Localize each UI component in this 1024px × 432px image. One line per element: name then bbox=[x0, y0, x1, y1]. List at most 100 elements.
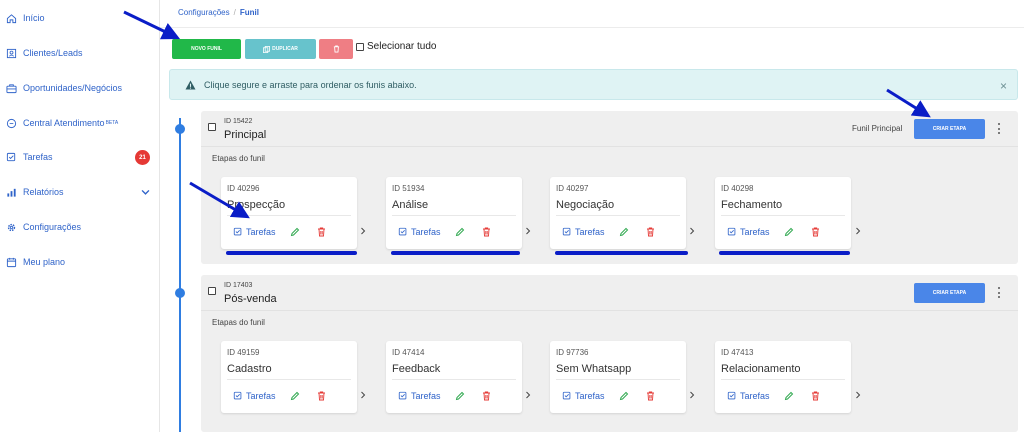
sidebar-item-configuracoes[interactable]: Configurações bbox=[0, 213, 160, 241]
trash-icon[interactable] bbox=[482, 227, 491, 237]
chevron-right-icon bbox=[856, 227, 861, 235]
close-icon[interactable]: × bbox=[1000, 79, 1007, 93]
stage-card[interactable]: ID 40297 Negociação Tarefas bbox=[550, 177, 686, 249]
stage-id: ID 97736 bbox=[556, 348, 589, 357]
funnel-name: Principal bbox=[224, 129, 267, 141]
tasks-icon bbox=[6, 152, 16, 161]
calendar-icon bbox=[6, 257, 17, 267]
sidebar-item-label: Início bbox=[23, 13, 45, 23]
bar-chart-icon bbox=[7, 188, 16, 197]
stage-tasks-link[interactable]: Tarefas bbox=[562, 391, 605, 401]
stage-tasks-link[interactable]: Tarefas bbox=[233, 227, 276, 237]
sidebar-item-tarefas[interactable]: Tarefas 21 bbox=[0, 143, 160, 171]
divider bbox=[392, 215, 516, 216]
stage-tasks-link[interactable]: Tarefas bbox=[727, 227, 770, 237]
tasks-label: Tarefas bbox=[411, 391, 441, 401]
funnel-card[interactable]: ID 17403 Pós-venda Criar etapa Etapas do… bbox=[201, 275, 1018, 432]
sidebar-item-clientes[interactable]: Clientes/Leads bbox=[0, 39, 160, 67]
divider bbox=[227, 215, 351, 216]
select-all-checkbox[interactable]: Selecionar tudo bbox=[356, 41, 437, 52]
annotation-underline bbox=[391, 251, 520, 255]
tasks-label: Tarefas bbox=[246, 391, 276, 401]
funnel-principal-label: Funil Principal bbox=[852, 124, 903, 133]
trash-icon[interactable] bbox=[317, 227, 326, 237]
annotation-underline bbox=[719, 251, 850, 255]
tasks-label: Tarefas bbox=[575, 227, 605, 237]
trash-icon[interactable] bbox=[811, 391, 820, 401]
more-options-icon[interactable] bbox=[998, 287, 1001, 298]
sidebar-item-label: Meu plano bbox=[23, 257, 66, 267]
sidebar: Início Clientes/Leads Oportunidades/Negó… bbox=[0, 0, 160, 432]
stage-tasks-link[interactable]: Tarefas bbox=[233, 391, 276, 401]
tasks-icon bbox=[233, 227, 242, 236]
stage-tasks-link[interactable]: Tarefas bbox=[562, 227, 605, 237]
info-alert: Clique segure e arraste para ordenar os … bbox=[169, 69, 1018, 100]
stage-id: ID 40298 bbox=[721, 184, 754, 193]
pencil-icon[interactable] bbox=[619, 227, 629, 237]
tasks-label: Tarefas bbox=[411, 227, 441, 237]
sidebar-item-relatorios[interactable]: Relatórios bbox=[0, 178, 160, 206]
stage-tasks-link[interactable]: Tarefas bbox=[727, 391, 770, 401]
sidebar-item-central-atendimento[interactable]: Central Atendimento BETA bbox=[0, 109, 160, 137]
sidebar-item-oportunidades[interactable]: Oportunidades/Negócios bbox=[0, 74, 160, 102]
trash-icon[interactable] bbox=[482, 391, 491, 401]
pencil-icon[interactable] bbox=[455, 391, 465, 401]
pencil-icon[interactable] bbox=[455, 227, 465, 237]
stages-label: Etapas do funil bbox=[212, 318, 265, 327]
pencil-icon[interactable] bbox=[784, 227, 794, 237]
pencil-icon[interactable] bbox=[619, 391, 629, 401]
stage-id: ID 40296 bbox=[227, 184, 260, 193]
stage-name: Feedback bbox=[392, 363, 441, 375]
sidebar-item-label: Central Atendimento bbox=[23, 118, 105, 128]
funnel-checkbox[interactable] bbox=[208, 123, 216, 131]
delete-button[interactable] bbox=[319, 39, 353, 59]
divider bbox=[721, 215, 845, 216]
tasks-label: Tarefas bbox=[575, 391, 605, 401]
stage-card[interactable]: ID 97736 Sem Whatsapp Tarefas bbox=[550, 341, 686, 413]
stage-card[interactable]: ID 47414 Feedback Tarefas bbox=[386, 341, 522, 413]
create-stage-button[interactable]: Criar etapa bbox=[914, 283, 985, 303]
stage-card[interactable]: ID 40298 Fechamento Tarefas bbox=[715, 177, 851, 249]
gear-icon bbox=[7, 223, 16, 231]
more-options-icon[interactable] bbox=[998, 123, 1001, 134]
breadcrumb-separator: / bbox=[233, 8, 236, 17]
duplicate-button[interactable]: Duplicar bbox=[245, 39, 316, 59]
pencil-icon[interactable] bbox=[290, 227, 300, 237]
tasks-icon bbox=[727, 391, 736, 400]
breadcrumb-parent-link[interactable]: Configurações bbox=[178, 8, 230, 17]
chevron-right-icon bbox=[526, 391, 531, 399]
sidebar-item-meu-plano[interactable]: Meu plano bbox=[0, 248, 160, 276]
funnel-header: ID 17403 Pós-venda Criar etapa bbox=[201, 275, 1018, 311]
funnel-name: Pós-venda bbox=[224, 293, 277, 305]
beta-tag: BETA bbox=[105, 120, 119, 126]
divider bbox=[721, 379, 845, 380]
stage-card[interactable]: ID 40296 Prospecção Tarefas bbox=[221, 177, 357, 249]
funnel-card[interactable]: ID 15422 Principal Funil Principal Criar… bbox=[201, 111, 1018, 264]
tasks-count-badge: 21 bbox=[135, 150, 150, 165]
pencil-icon[interactable] bbox=[290, 391, 300, 401]
stage-card[interactable]: ID 51934 Análise Tarefas bbox=[386, 177, 522, 249]
chevron-right-icon bbox=[526, 227, 531, 235]
sidebar-item-label: Tarefas bbox=[23, 152, 53, 162]
trash-icon[interactable] bbox=[317, 391, 326, 401]
trash-icon[interactable] bbox=[811, 227, 820, 237]
sidebar-item-inicio[interactable]: Início bbox=[0, 4, 160, 32]
stage-card[interactable]: ID 49159 Cadastro Tarefas bbox=[221, 341, 357, 413]
funnel-checkbox[interactable] bbox=[208, 287, 216, 295]
stage-card[interactable]: ID 47413 Relacionamento Tarefas bbox=[715, 341, 851, 413]
app: Início Clientes/Leads Oportunidades/Negó… bbox=[0, 0, 1024, 432]
create-stage-button[interactable]: Criar etapa bbox=[914, 119, 985, 139]
checkbox[interactable] bbox=[356, 42, 364, 51]
trash-icon[interactable] bbox=[646, 227, 655, 237]
contacts-icon bbox=[6, 48, 17, 58]
new-funnel-button[interactable]: Novo funil bbox=[172, 39, 241, 59]
home-icon bbox=[6, 13, 17, 23]
funnel-id: ID 15422 bbox=[224, 118, 253, 125]
chevron-down-icon[interactable] bbox=[140, 187, 151, 198]
stage-tasks-link[interactable]: Tarefas bbox=[398, 391, 441, 401]
trash-icon[interactable] bbox=[646, 391, 655, 401]
tasks-icon bbox=[398, 227, 407, 236]
stage-tasks-link[interactable]: Tarefas bbox=[398, 227, 441, 237]
pencil-icon[interactable] bbox=[784, 391, 794, 401]
sidebar-item-label: Relatórios bbox=[23, 187, 64, 197]
